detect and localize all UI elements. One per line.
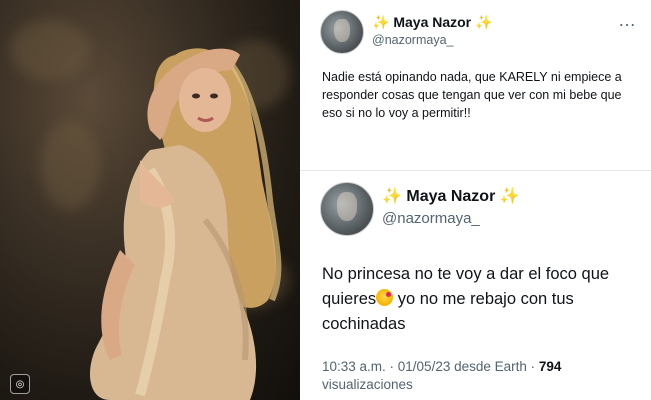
avatar[interactable] bbox=[320, 182, 374, 236]
face-blowing-kiss-emoji bbox=[376, 289, 394, 306]
tweet-text: Nadie está opinando nada, que KARELY ni … bbox=[322, 70, 622, 120]
tweet-text: No princesa no te voy a dar el foco que … bbox=[322, 262, 640, 337]
display-name[interactable]: ✨ Maya Nazor ✨ bbox=[372, 14, 492, 31]
woman-figure bbox=[90, 48, 282, 400]
sparkle-icon: ✨ bbox=[475, 14, 493, 30]
sparkle-icon: ✨ bbox=[382, 188, 402, 205]
tweets-panel: ✨ Maya Nazor ✨ @nazormaya_ … Nadie está … bbox=[300, 0, 651, 400]
sparkle-icon: ✨ bbox=[499, 188, 520, 205]
views-label: visualizaciones bbox=[322, 377, 413, 392]
views-count: 794 bbox=[538, 359, 562, 374]
user-handle[interactable]: @nazormaya_ bbox=[382, 210, 480, 227]
user-handle[interactable]: @nazormaya_ bbox=[372, 33, 453, 47]
tweet-meta: 10:33 a.m. · 01/05/23 desde Earth · 794 … bbox=[322, 358, 642, 394]
sparkle-icon: ✨ bbox=[372, 14, 390, 30]
tweet-timestamp[interactable]: 10:33 a.m. · 01/05/23 desde Earth · bbox=[322, 359, 539, 374]
more-options-icon[interactable]: … bbox=[618, 10, 637, 31]
display-name[interactable]: ✨ Maya Nazor ✨ bbox=[382, 186, 520, 206]
display-name-text: Maya Nazor bbox=[406, 188, 496, 205]
display-name-text: Maya Nazor bbox=[393, 14, 472, 30]
instagram-icon: ◎ bbox=[10, 374, 30, 394]
profile-photo: ◎ bbox=[0, 0, 300, 400]
avatar[interactable] bbox=[320, 10, 364, 54]
tweet-card: ✨ Maya Nazor ✨ @nazormaya_ … Nadie está … bbox=[300, 0, 651, 171]
